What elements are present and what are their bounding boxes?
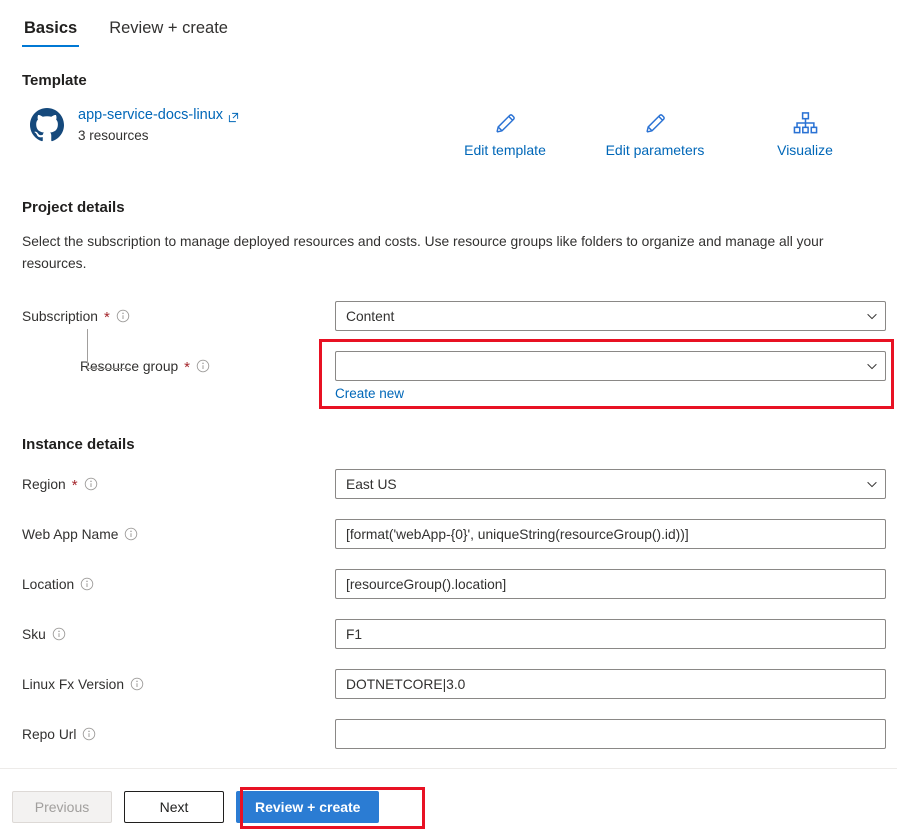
repo-url-label: Repo Url (22, 726, 77, 742)
required-asterisk: * (184, 359, 191, 376)
chevron-down-icon (865, 359, 879, 373)
template-actions: Edit template Edit parameters Visualize (430, 108, 880, 159)
info-icon[interactable] (82, 727, 96, 741)
linux-fx-version-value: DOTNETCORE|3.0 (346, 676, 466, 692)
template-link[interactable]: app-service-docs-linux (78, 106, 239, 124)
region-label-group: Region * (22, 469, 98, 499)
repo-url-input[interactable] (335, 719, 886, 749)
chevron-down-icon (865, 309, 879, 323)
sku-label: Sku (22, 626, 46, 642)
resource-group-control: Create new (335, 351, 886, 403)
location-input[interactable]: [resourceGroup().location] (335, 569, 886, 599)
linux-fx-version-label-group: Linux Fx Version (22, 669, 144, 699)
sku-value: F1 (346, 626, 363, 642)
tab-basics[interactable]: Basics (22, 18, 80, 47)
github-icon (30, 108, 64, 142)
location-label-group: Location (22, 569, 94, 599)
template-section-heading: Template (22, 72, 87, 89)
region-label: Region (22, 476, 66, 492)
next-button-label: Next (159, 799, 189, 815)
template-link-label: app-service-docs-linux (78, 107, 224, 123)
subscription-label-group: Subscription * (22, 301, 130, 331)
web-app-name-row: Web App Name [format('webApp-{0}', uniqu… (22, 519, 886, 549)
location-label: Location (22, 576, 75, 592)
visualize-label: Visualize (777, 142, 833, 158)
pencil-icon (643, 108, 668, 138)
subscription-select[interactable]: Content (335, 301, 886, 331)
review-create-button[interactable]: Review + create (236, 791, 380, 823)
web-app-name-control: [format('webApp-{0}', uniqueString(resou… (335, 519, 886, 549)
resource-group-select[interactable] (335, 351, 886, 381)
subscription-value: Content (346, 308, 395, 324)
required-asterisk: * (103, 309, 110, 326)
subscription-control: Content (335, 301, 886, 331)
region-control: East US (335, 469, 886, 499)
info-icon[interactable] (130, 677, 144, 691)
required-asterisk: * (71, 477, 78, 494)
wizard-footer: Previous Next Review + create (12, 791, 380, 823)
region-value: East US (346, 476, 397, 492)
footer-divider (0, 768, 897, 769)
review-create-button-label: Review + create (255, 799, 361, 815)
linux-fx-version-input[interactable]: DOTNETCORE|3.0 (335, 669, 886, 699)
location-value: [resourceGroup().location] (346, 576, 507, 592)
info-icon[interactable] (80, 577, 94, 591)
project-details-description: Select the subscription to manage deploy… (22, 234, 824, 271)
sku-control: F1 (335, 619, 886, 649)
pencil-icon (493, 108, 518, 138)
tab-review-create-label: Review + create (109, 19, 228, 37)
visualize-action[interactable]: Visualize (730, 108, 880, 159)
info-icon[interactable] (84, 477, 98, 491)
sku-label-group: Sku (22, 619, 66, 649)
info-icon[interactable] (116, 309, 130, 323)
web-app-name-input[interactable]: [format('webApp-{0}', uniqueString(resou… (335, 519, 886, 549)
sku-row: Sku F1 (22, 619, 886, 649)
create-new-resource-group-link[interactable]: Create new (335, 385, 404, 402)
template-summary: app-service-docs-linux 3 resources (30, 106, 239, 145)
hierarchy-icon (793, 108, 818, 138)
template-resource-count: 3 resources (78, 128, 149, 143)
region-select[interactable]: East US (335, 469, 886, 499)
region-row: Region * East US (22, 469, 886, 499)
tab-basics-label: Basics (24, 19, 78, 37)
info-icon[interactable] (196, 359, 210, 373)
project-details-heading: Project details (22, 199, 125, 216)
location-control: [resourceGroup().location] (335, 569, 886, 599)
sku-input[interactable]: F1 (335, 619, 886, 649)
linux-fx-version-row: Linux Fx Version DOTNETCORE|3.0 (22, 669, 886, 699)
location-row: Location [resourceGroup().location] (22, 569, 886, 599)
chevron-down-icon (865, 477, 879, 491)
info-icon[interactable] (124, 527, 138, 541)
instance-details-heading: Instance details (22, 436, 135, 453)
wizard-tabs: Basics Review + create (22, 18, 230, 47)
repo-url-row: Repo Url (22, 719, 886, 749)
indent-connector (87, 329, 131, 369)
previous-button-label: Previous (34, 799, 90, 815)
create-resource-form-page: Basics Review + create Template app-serv… (0, 0, 897, 835)
previous-button[interactable]: Previous (12, 791, 112, 823)
info-icon[interactable] (52, 627, 66, 641)
linux-fx-version-label: Linux Fx Version (22, 676, 124, 692)
subscription-label: Subscription (22, 308, 98, 324)
external-link-icon (228, 110, 239, 122)
subscription-row: Subscription * Content (22, 301, 886, 331)
web-app-name-label: Web App Name (22, 526, 119, 542)
resource-group-label-group: Resource group * (80, 329, 210, 381)
web-app-name-value: [format('webApp-{0}', uniqueString(resou… (346, 526, 689, 542)
edit-template-label: Edit template (464, 142, 546, 158)
edit-parameters-action[interactable]: Edit parameters (580, 108, 730, 159)
repo-url-control (335, 719, 886, 749)
linux-fx-version-control: DOTNETCORE|3.0 (335, 669, 886, 699)
tab-review-create[interactable]: Review + create (107, 18, 230, 47)
next-button[interactable]: Next (124, 791, 224, 823)
edit-parameters-label: Edit parameters (605, 142, 705, 158)
repo-url-label-group: Repo Url (22, 719, 96, 749)
web-app-name-label-group: Web App Name (22, 519, 138, 549)
edit-template-action[interactable]: Edit template (430, 108, 580, 159)
resource-group-row: Resource group * Create new (22, 329, 886, 401)
